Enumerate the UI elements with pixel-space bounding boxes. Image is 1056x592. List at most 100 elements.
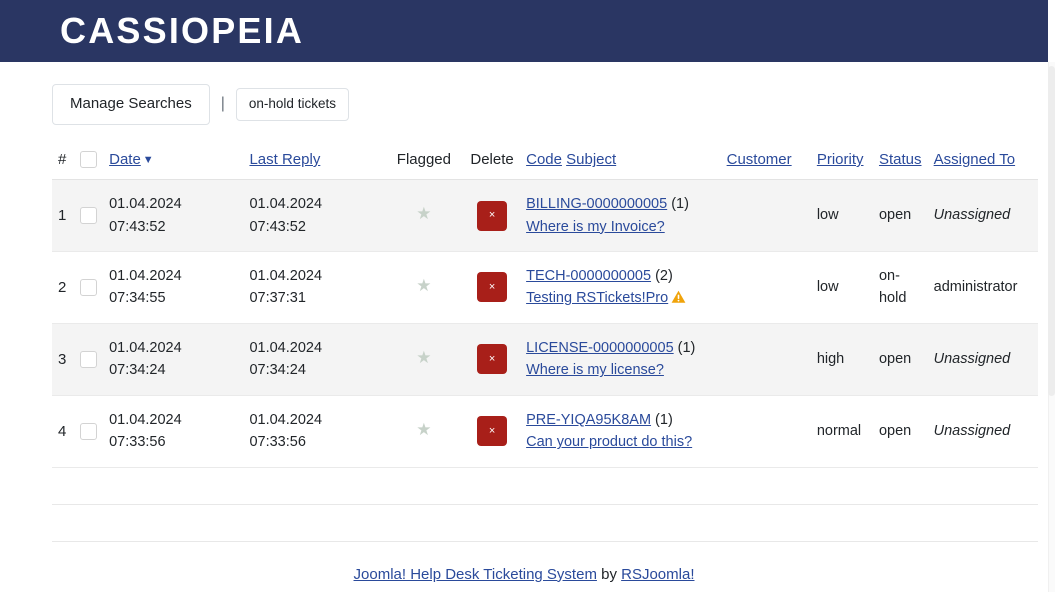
row-number: 4 [58, 422, 67, 440]
row-assigned-to-cell: administrator [928, 251, 1038, 323]
footer-product-link[interactable]: Joomla! Help Desk Ticketing System [354, 566, 597, 583]
ticket-code-link[interactable]: TECH-0000000005 [526, 268, 651, 284]
row-time-value: 07:43:52 [109, 218, 166, 235]
delete-ticket-button[interactable]: × [477, 200, 508, 231]
row-customer-cell [721, 323, 811, 395]
ticket-subject-link[interactable]: Can your product do this? [526, 434, 692, 450]
row-select-checkbox[interactable] [80, 350, 98, 368]
sort-link-date[interactable]: Date [109, 151, 141, 168]
flag-star-icon[interactable]: ★ [416, 349, 431, 366]
sort-link-status[interactable]: Status [879, 151, 922, 168]
site-header: CASSIOPEIA [0, 0, 1048, 62]
row-last-reply-time: 07:37:31 [249, 290, 306, 307]
table-bottom-spacer [0, 468, 1048, 504]
row-priority-cell: normal [816, 423, 862, 440]
row-code-line: PRE-YIQA95K8AM (1) [526, 409, 715, 431]
row-select-cell [74, 180, 103, 252]
ticket-code-link[interactable]: BILLING-0000000005 [526, 196, 667, 212]
ticket-subject-link[interactable]: Testing RSTickets!Pro [526, 290, 668, 306]
column-header-delete: Delete [463, 144, 521, 181]
row-date-value: 01.04.2024 [109, 411, 182, 428]
ticket-subject-link[interactable]: Where is my Invoice? [526, 219, 665, 235]
page-body: Manage Searches | on-hold tickets # Date… [0, 62, 1048, 583]
flag-star-icon[interactable]: ★ [416, 277, 431, 294]
ticket-reply-count: (1) [673, 339, 696, 356]
toolbar-separator: | [220, 95, 225, 113]
row-time-value: 07:34:55 [109, 290, 166, 307]
ticket-code-link[interactable]: PRE-YIQA95K8AM [526, 412, 651, 428]
row-last-reply-time: 07:33:56 [249, 434, 306, 451]
row-subject-line: Where is my license? [526, 359, 715, 381]
row-status-cell: open [878, 207, 912, 224]
row-assigned-to-cell: Unassigned [928, 395, 1038, 467]
column-header-code-subject[interactable]: Code Subject [520, 144, 721, 181]
row-number: 1 [58, 206, 67, 224]
row-time-value: 07:34:24 [109, 362, 166, 379]
row-date-value: 01.04.2024 [109, 339, 182, 356]
ticket-reply-count: (1) [651, 411, 673, 428]
row-customer-cell [721, 251, 811, 323]
row-flagged-cell: ★ [384, 323, 464, 395]
column-header-status[interactable]: Status [872, 144, 928, 181]
column-header-assigned-to[interactable]: Assigned To [927, 144, 1038, 181]
flag-star-icon[interactable]: ★ [416, 421, 431, 438]
ticket-reply-count: (1) [667, 196, 689, 213]
sort-link-code[interactable]: Code [526, 151, 562, 168]
row-flagged-cell: ★ [384, 180, 464, 252]
delete-ticket-button[interactable]: × [477, 416, 508, 447]
table-row: 4 01.04.2024 07:33:56 01.04.2024 07:33:56 ★ × P… [52, 395, 1038, 468]
divider-spacer [0, 505, 1048, 541]
row-time-value: 07:33:56 [109, 434, 166, 451]
column-header-customer[interactable]: Customer [720, 144, 811, 181]
sort-link-last-reply[interactable]: Last Reply [249, 151, 320, 168]
sort-link-priority[interactable]: Priority [817, 151, 864, 168]
row-last-reply-cell: 01.04.2024 07:43:52 [243, 180, 383, 252]
select-all-checkbox[interactable] [80, 151, 98, 169]
row-date-cell: 01.04.2024 07:34:24 [103, 323, 243, 395]
row-code-line: TECH-0000000005 (2) [526, 265, 715, 287]
row-select-cell [74, 251, 103, 323]
row-date-cell: 01.04.2024 07:43:52 [103, 180, 243, 252]
row-assigned-to-cell: Unassigned [928, 180, 1038, 252]
ticket-subject-link[interactable]: Where is my license? [526, 362, 664, 378]
page-scrollbar-thumb[interactable] [1048, 66, 1055, 396]
row-last-reply-date: 01.04.2024 [249, 411, 323, 428]
row-code-line: BILLING-0000000005 (1) [526, 193, 715, 215]
sort-link-assigned-to[interactable]: Assigned To [934, 151, 1015, 168]
delete-ticket-button[interactable]: × [477, 272, 508, 303]
column-header-date[interactable]: Date ▼ [103, 144, 244, 181]
row-select-checkbox[interactable] [80, 278, 98, 296]
row-priority-cell: low [816, 279, 839, 296]
flag-star-icon[interactable]: ★ [416, 205, 431, 222]
row-number: 3 [58, 350, 67, 368]
ticket-reply-count: (2) [651, 267, 673, 284]
row-date-cell: 01.04.2024 07:33:56 [103, 395, 243, 467]
footer-vendor-link[interactable]: RSJoomla! [621, 566, 694, 583]
row-code-subject-cell: PRE-YIQA95K8AM (1) Can your product do th… [520, 395, 721, 467]
row-code-subject-cell: LICENSE-0000000005 (1) Where is my licens… [520, 323, 721, 395]
row-select-checkbox[interactable] [80, 206, 98, 224]
ticket-code-link[interactable]: LICENSE-0000000005 [526, 340, 674, 356]
sort-caret-down-icon: ▼ [142, 154, 154, 167]
column-header-select-all [74, 144, 104, 181]
row-subject-line: Where is my Invoice? [526, 216, 715, 238]
table-row: 3 01.04.2024 07:34:24 01.04.2024 07:34:24 ★ × L… [52, 323, 1038, 396]
row-status-cell: on-hold [878, 267, 907, 307]
column-header-priority[interactable]: Priority [810, 144, 873, 181]
delete-ticket-button[interactable]: × [477, 344, 508, 375]
row-status-cell: open [878, 351, 912, 368]
brand-logo: CASSIOPEIA [60, 10, 305, 51]
sort-link-customer[interactable]: Customer [727, 151, 792, 168]
row-flagged-cell: ★ [384, 251, 464, 323]
table-row: 2 01.04.2024 07:34:55 01.04.2024 07:37:31 ★ × T… [52, 251, 1038, 324]
manage-searches-button[interactable]: Manage Searches [52, 84, 210, 125]
row-assigned-to-value: administrator [933, 279, 1018, 296]
row-assigned-to-value: Unassigned [933, 207, 1011, 224]
sort-link-subject[interactable]: Subject [566, 151, 616, 168]
column-header-last-reply[interactable]: Last Reply [243, 144, 384, 181]
row-customer-cell [721, 180, 811, 252]
row-last-reply-time: 07:34:24 [249, 362, 306, 379]
row-last-reply-cell: 01.04.2024 07:37:31 [243, 251, 383, 323]
row-select-checkbox[interactable] [80, 422, 98, 440]
saved-search-on-hold-tickets-button[interactable]: on-hold tickets [235, 87, 349, 121]
